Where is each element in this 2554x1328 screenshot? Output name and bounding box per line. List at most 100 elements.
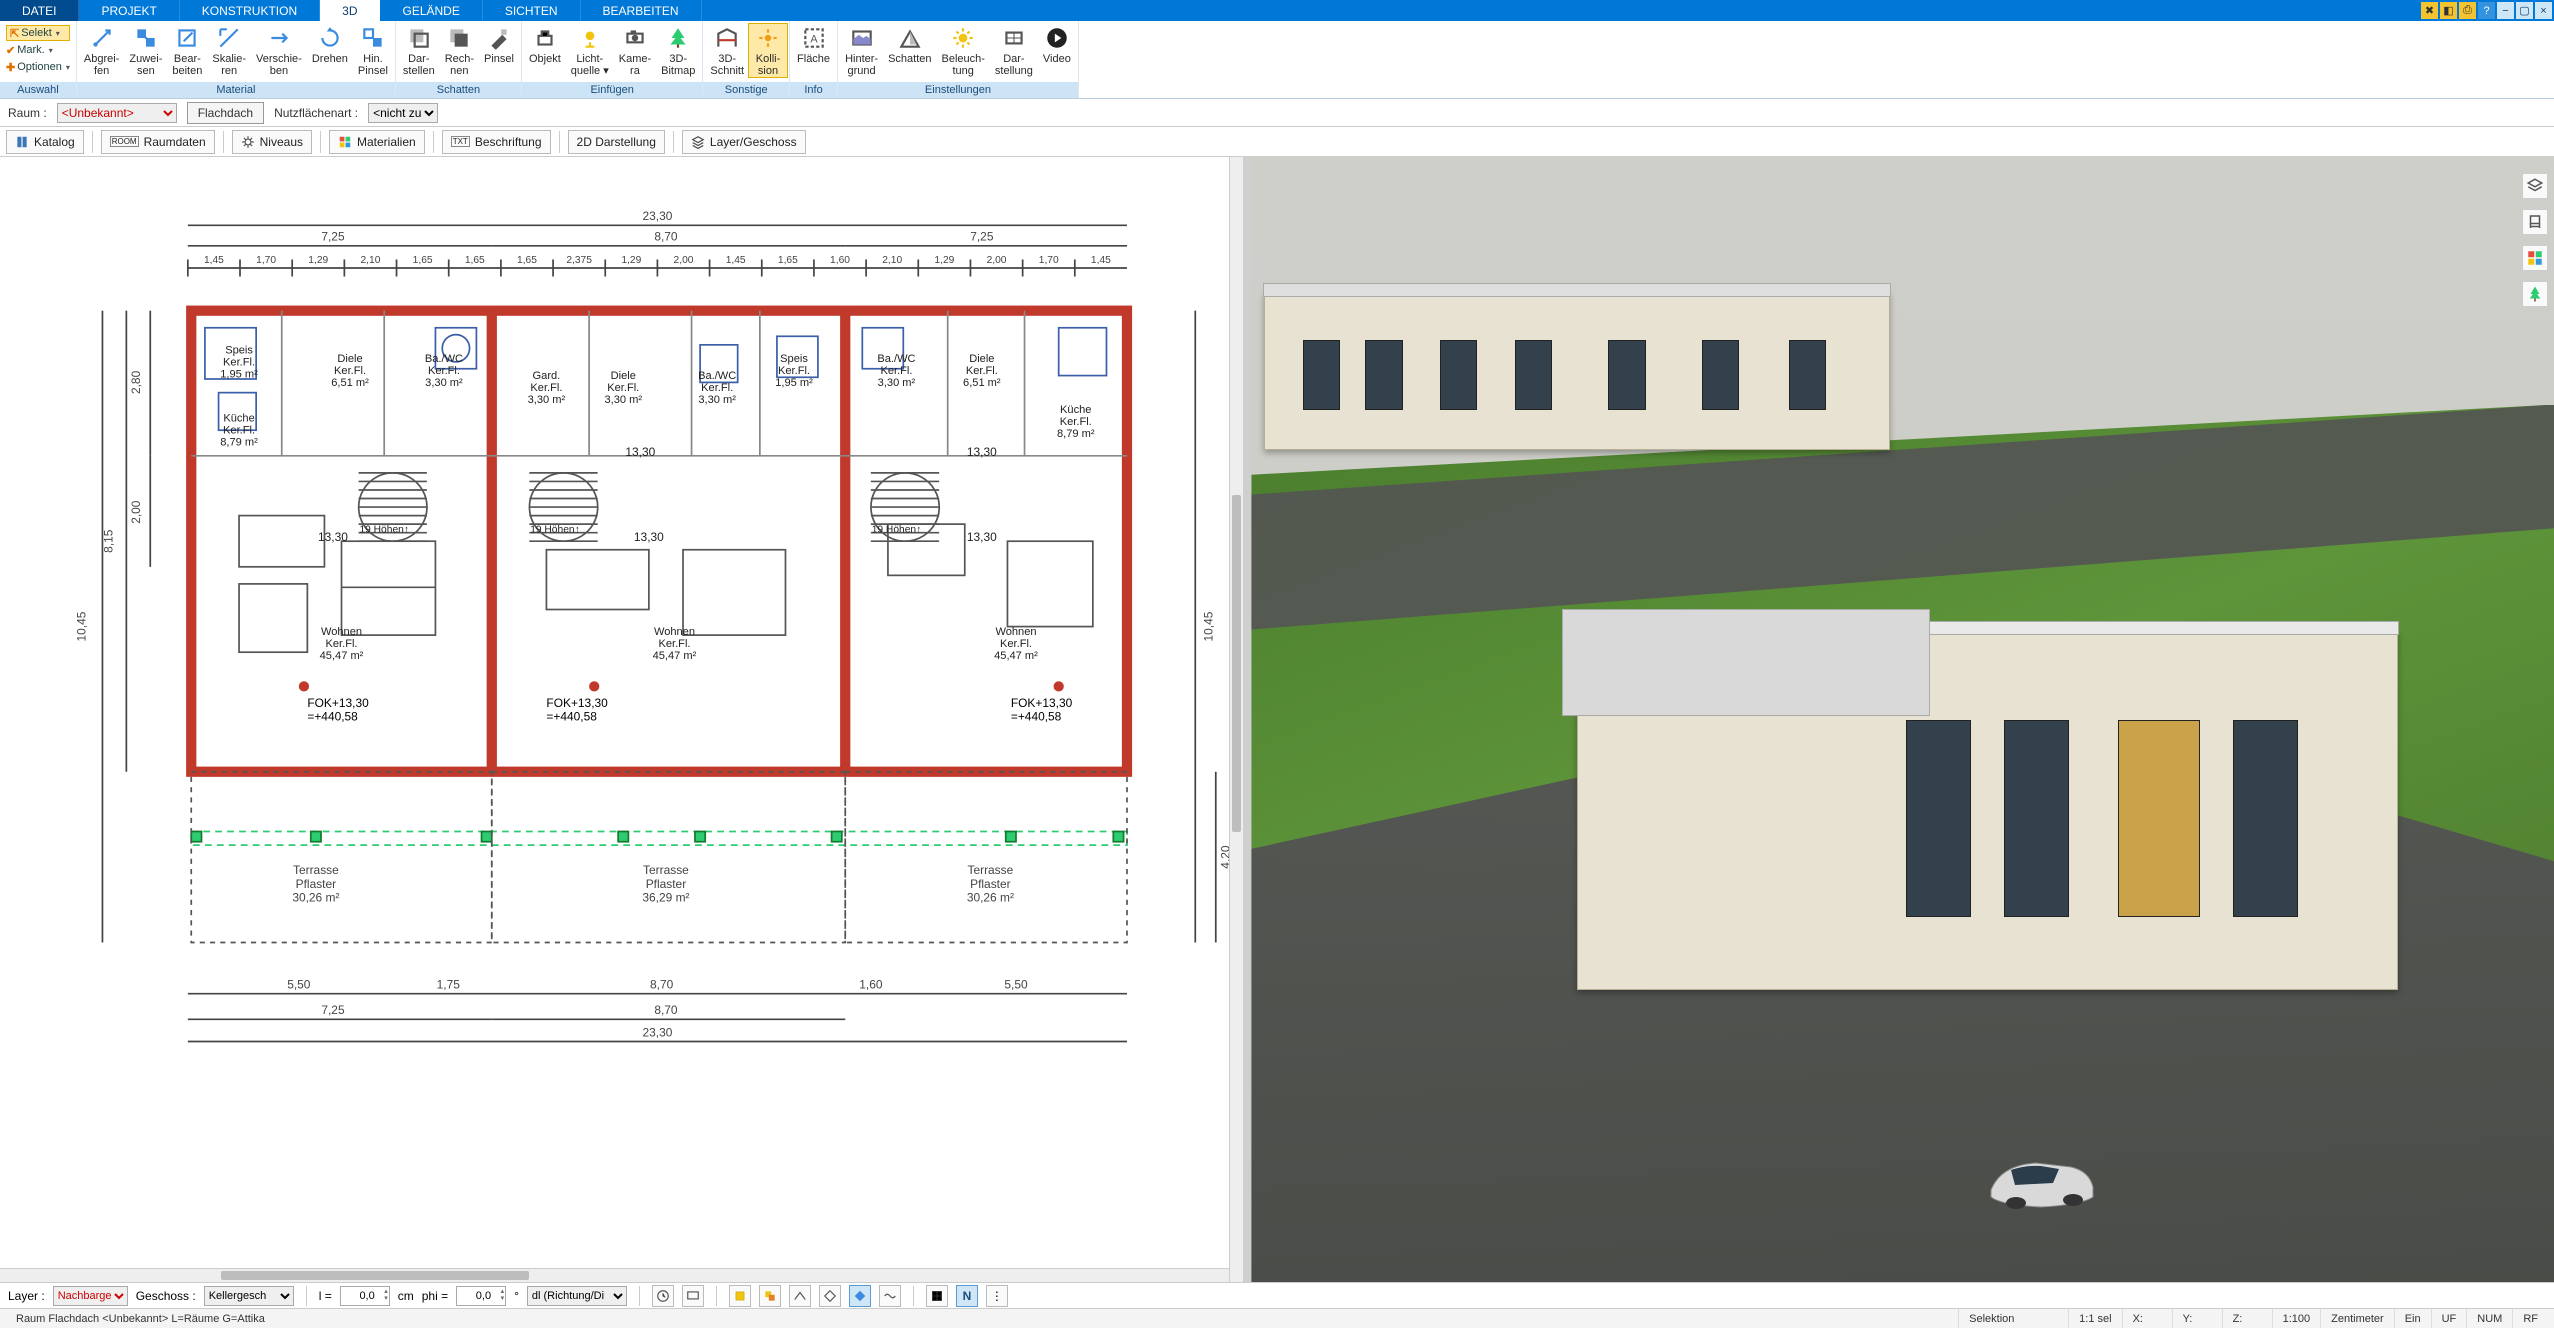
window-close[interactable]: × [2535,2,2552,19]
group-label: Einstellungen [838,82,1078,98]
menu-tab-konstruktion[interactable]: KONSTRUKTION [180,0,320,21]
menu-tab-sichten[interactable]: SICHTEN [483,0,581,21]
svg-text:FOK+13,30: FOK+13,30 [546,696,608,710]
history-button[interactable] [652,1285,674,1307]
ribbon-icon [621,24,649,52]
ribbon-licht-button[interactable]: Licht- quelle ▾ [566,24,614,77]
raumdaten-button[interactable]: ROOM Raumdaten [101,130,215,154]
plan-horizontal-scrollbar[interactable] [0,1268,1229,1282]
geschoss-select[interactable]: Kellergesch [204,1286,294,1306]
window-minimize[interactable]: − [2497,2,2514,19]
ribbon-dar-button[interactable]: Dar- stellung [990,24,1038,77]
main-menu: DATEI PROJEKT KONSTRUKTION 3D GELÄNDE SI… [0,0,2554,21]
ribbon-bear-button[interactable]: Bear- beiten [167,24,207,77]
menu-tab-bearbeiten[interactable]: BEARBEITEN [581,0,702,21]
svg-text:Terrasse: Terrasse [967,863,1013,877]
ribbon-group-einfuegen: Objekt Licht- quelle ▾Kame- ra3D- Bitmap… [522,21,703,98]
nutz-select[interactable]: <nicht zug [368,103,438,123]
ribbon-kame-button[interactable]: Kame- ra [614,24,656,77]
3d-view-pane[interactable] [1251,157,2554,1282]
ribbon-video-button[interactable]: Video [1038,24,1076,66]
ribbon-group-info: AFläche Info [790,21,838,98]
ribbon-verschie-button[interactable]: Verschie- ben [251,24,307,77]
l-input[interactable] [340,1286,390,1306]
util-icon-3[interactable]: ⎙ [2459,2,2476,19]
floor-plan[interactable]: 23,30 7,25 8,70 7,25 1,451,701,292,101,6… [0,157,1229,1147]
ribbon-objekt-button[interactable]: Objekt [524,24,566,66]
svg-text:1,29: 1,29 [934,255,954,266]
ribbon-icon [88,24,116,52]
ribbon-pinsel-button[interactable]: Pinsel [479,24,519,66]
ribbon-drehen-button[interactable]: Drehen [307,24,353,66]
util-icon-2[interactable]: ◧ [2440,2,2457,19]
screen-button[interactable] [682,1285,704,1307]
darstellung-button[interactable]: 2D Darstellung [568,130,665,154]
svg-text:Diele: Diele [969,353,994,365]
ribbon-hin-button[interactable]: Hin. Pinsel [353,24,393,77]
svg-text:Ker.Fl.: Ker.Fl. [1000,638,1032,650]
ribbon-zuwei-button[interactable]: Zuwei- sen [124,24,167,77]
selekt-button[interactable]: ⇱Selekt [6,25,70,41]
north-button[interactable]: N [956,1285,978,1307]
svg-text:1,65: 1,65 [778,255,798,266]
svg-text:Ba./WC: Ba./WC [425,353,463,365]
raum-select[interactable]: <Unbekannt> [57,103,177,123]
ribbon-d-button[interactable]: 3D- Bitmap [656,24,700,77]
plan-vertical-scrollbar[interactable] [1229,157,1243,1282]
svg-text:FOK+13,30: FOK+13,30 [307,696,369,710]
svg-text:3,30 m²: 3,30 m² [698,394,736,406]
chair-icon [2526,213,2544,231]
help-icon[interactable]: ? [2478,2,2495,19]
snap4-button[interactable] [819,1285,841,1307]
ribbon-icon [485,24,513,52]
menu-tab-projekt[interactable]: PROJEKT [79,0,179,21]
ribbon-flche-button[interactable]: AFläche [792,24,835,66]
phi-input[interactable] [456,1286,506,1306]
ribbon-kolli-button[interactable]: Kolli- sion [749,24,787,77]
flachdach-button[interactable]: Flachdach [187,102,264,124]
ribbon-rech-button[interactable]: Rech- nen [440,24,479,77]
ribbon-schatten-button[interactable]: Schatten [883,24,936,66]
ribbon-abgrei-button[interactable]: Abgrei- fen [79,24,124,77]
ribbon-d-button[interactable]: 3D- Schnitt [705,24,749,77]
svg-text:1,75: 1,75 [437,978,461,992]
2d-plan-pane[interactable]: 23,30 7,25 8,70 7,25 1,451,701,292,101,6… [0,157,1251,1282]
snap3-button[interactable] [789,1285,811,1307]
menu-tab-gelaende[interactable]: GELÄNDE [380,0,482,21]
katalog-button[interactable]: Katalog [6,130,84,154]
svg-text:19 Höhen↑: 19 Höhen↑ [872,525,922,536]
layer-button[interactable]: Layer/Geschoss [682,130,806,154]
tree-tool[interactable] [2522,281,2548,307]
palette-icon [338,135,352,149]
3d-scene[interactable] [1251,157,2554,1282]
niveaus-button[interactable]: Niveaus [232,130,312,154]
beschriftung-button[interactable]: TXT Beschriftung [442,130,551,154]
layer-select[interactable]: Nachbarge [53,1286,128,1306]
util-icon-1[interactable]: ✖ [2421,2,2438,19]
materialien-button[interactable]: Materialien [329,130,425,154]
grid-button[interactable] [926,1285,948,1307]
ribbon-dar-button[interactable]: Dar- stellen [398,24,440,77]
svg-text:1,70: 1,70 [256,255,276,266]
optionen-button[interactable]: ✚Optionen [6,59,70,75]
status-y: Y: [2173,1309,2223,1328]
ribbon-hinter-button[interactable]: Hinter- grund [840,24,883,77]
ribbon-icon [576,24,604,52]
ribbon-beleuch-button[interactable]: Beleuch- tung [937,24,990,77]
snap6-button[interactable] [879,1285,901,1307]
ribbon-icon [1043,24,1071,52]
mark-button[interactable]: ✔Mark. [6,42,70,58]
menu-tab-3d[interactable]: 3D [320,0,380,21]
svg-text:23,30: 23,30 [642,1025,672,1039]
window-maximize[interactable]: ▢ [2516,2,2533,19]
ribbon-skalie-button[interactable]: Skalie- ren [207,24,251,77]
snap2-button[interactable] [759,1285,781,1307]
palette-tool[interactable] [2522,245,2548,271]
menu-tab-datei[interactable]: DATEI [0,0,79,21]
info-button[interactable]: ⋮ [986,1285,1008,1307]
furniture-tool[interactable] [2522,209,2548,235]
snap1-button[interactable] [729,1285,751,1307]
dl-select[interactable]: dl (Richtung/Di [527,1286,627,1306]
layers-tool[interactable] [2522,173,2548,199]
snap5-button[interactable] [849,1285,871,1307]
